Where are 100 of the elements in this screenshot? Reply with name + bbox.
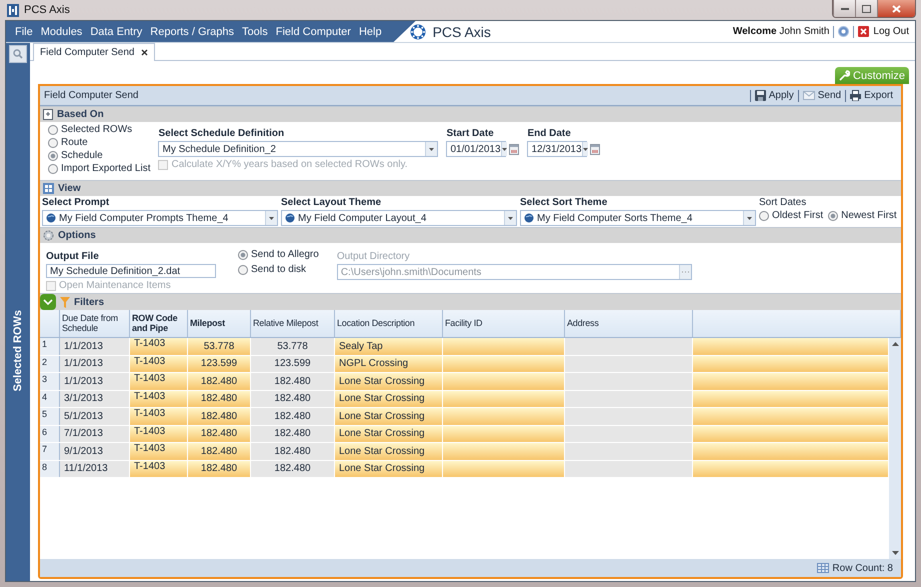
dropdown[interactable]: My Schedule Definition_2 bbox=[158, 141, 438, 157]
menu-item[interactable]: File bbox=[11, 20, 37, 42]
radio-option[interactable]: Send to Allegro bbox=[238, 249, 319, 260]
output-file-field[interactable]: My Schedule Definition_2.dat bbox=[46, 264, 216, 278]
globe-icon bbox=[285, 213, 295, 223]
scroll-down-icon[interactable] bbox=[892, 551, 898, 555]
globe-icon bbox=[46, 213, 56, 223]
radio-option[interactable]: Oldest First bbox=[759, 210, 824, 221]
caret-icon bbox=[502, 148, 507, 150]
column-header[interactable]: ROW Code and Pipe bbox=[130, 310, 188, 337]
field-label: End Date bbox=[527, 128, 572, 139]
column-header[interactable]: Facility ID bbox=[443, 310, 565, 337]
menu-item[interactable]: Reports / Graphs bbox=[146, 20, 238, 42]
radio-button[interactable] bbox=[238, 264, 248, 274]
maximize-button[interactable] bbox=[855, 0, 877, 17]
table-cell: 9/1/2013 bbox=[60, 443, 130, 460]
logout-link[interactable]: Log Out bbox=[873, 26, 909, 37]
dropdown[interactable]: My Field Computer Sorts Theme_4 bbox=[520, 210, 756, 226]
table-cell: Sealy Tap bbox=[335, 338, 443, 354]
tab[interactable]: Field Computer Send bbox=[33, 43, 154, 61]
menu-item[interactable]: Data Entry bbox=[86, 20, 146, 42]
table-cell: 1/1/2013 bbox=[60, 373, 130, 390]
dropdown[interactable]: 01/01/2013 bbox=[446, 141, 506, 157]
scroll-up-icon[interactable] bbox=[892, 342, 898, 346]
column-header[interactable]: Location Description bbox=[335, 310, 443, 337]
table-cell: 182.480 bbox=[188, 408, 251, 424]
close-icon[interactable] bbox=[140, 49, 148, 56]
toolbar-button[interactable]: Apply bbox=[750, 90, 798, 102]
dropdown-button[interactable] bbox=[500, 142, 507, 156]
dropdown[interactable]: My Field Computer Layout_4 bbox=[281, 210, 517, 226]
radio-button[interactable] bbox=[48, 164, 58, 174]
menu-item[interactable]: Tools bbox=[238, 20, 272, 42]
funnel-icon bbox=[60, 296, 70, 308]
radio-option[interactable]: Send to disk bbox=[238, 264, 319, 275]
radio-button[interactable] bbox=[759, 210, 769, 220]
table-cell: 1/1/2013 bbox=[60, 356, 130, 372]
table-cell: 182.480 bbox=[251, 426, 335, 442]
dropdown[interactable]: My Field Computer Prompts Theme_4 bbox=[42, 210, 278, 226]
dropdown-button[interactable] bbox=[743, 211, 755, 225]
dropdown-button[interactable] bbox=[265, 211, 277, 225]
brand-name: PCS Axis bbox=[432, 24, 491, 40]
table-cell: T-1403 bbox=[130, 443, 188, 460]
radio-button[interactable] bbox=[48, 124, 58, 134]
dropdown-button[interactable] bbox=[425, 142, 438, 156]
field-label: Select Prompt bbox=[42, 197, 110, 208]
column-header[interactable]: Address bbox=[565, 310, 693, 337]
side-rail-tab[interactable]: Selected ROWs bbox=[12, 310, 24, 391]
radio-option[interactable]: Route bbox=[48, 137, 150, 148]
app-logo-icon bbox=[7, 4, 19, 16]
radio-option[interactable]: Newest First bbox=[828, 210, 897, 221]
table-cell: 182.480 bbox=[251, 443, 335, 460]
row-number: 3 bbox=[40, 373, 60, 390]
table-cell: 182.480 bbox=[188, 443, 251, 460]
table-cell: Lone Star Crossing bbox=[335, 460, 443, 477]
menu-item[interactable]: Modules bbox=[36, 20, 86, 42]
table-cell: 182.480 bbox=[251, 373, 335, 390]
calendar-icon[interactable] bbox=[590, 144, 600, 154]
chevron-down-icon[interactable] bbox=[40, 294, 56, 310]
row-number: 5 bbox=[40, 408, 60, 424]
radio-button[interactable] bbox=[48, 150, 58, 160]
toolbar-button[interactable]: Send bbox=[798, 90, 846, 102]
radio-button[interactable] bbox=[48, 138, 58, 148]
maximize-icon bbox=[862, 4, 871, 12]
radio-option[interactable]: Schedule bbox=[48, 150, 150, 161]
dropdown[interactable]: 12/31/2013 bbox=[527, 141, 588, 157]
menu-item[interactable]: Field Computer bbox=[272, 20, 355, 42]
minimize-button[interactable] bbox=[833, 0, 855, 17]
search-icon bbox=[13, 49, 23, 59]
table-cell: NGPL Crossing bbox=[335, 356, 443, 372]
help-icon[interactable] bbox=[838, 26, 850, 37]
field-label: Output Directory bbox=[336, 251, 411, 262]
close-button[interactable] bbox=[877, 0, 915, 17]
grid-icon bbox=[43, 183, 54, 194]
section-title: Based On bbox=[57, 109, 104, 120]
dropdown-button[interactable] bbox=[504, 211, 516, 225]
window-title: PCS Axis bbox=[24, 4, 71, 16]
calendar-icon[interactable] bbox=[509, 144, 520, 154]
field-label: Sort Dates bbox=[759, 197, 808, 208]
search-button[interactable] bbox=[9, 45, 27, 63]
table-cell: 11/1/2013 bbox=[60, 460, 130, 477]
radio-button[interactable] bbox=[238, 250, 248, 260]
column-header[interactable]: Relative Milepost bbox=[251, 310, 335, 337]
radio-button[interactable] bbox=[828, 210, 838, 220]
radio-option[interactable]: Selected ROWs bbox=[48, 124, 150, 135]
logout-icon[interactable] bbox=[858, 26, 870, 37]
toolbar-button[interactable]: Export bbox=[845, 90, 897, 102]
row-number: 4 bbox=[40, 390, 60, 407]
wrench-icon bbox=[839, 70, 850, 81]
table-cell: 123.599 bbox=[251, 356, 335, 372]
menu-item[interactable]: Help bbox=[354, 20, 386, 42]
ring-logo-icon bbox=[410, 24, 426, 40]
column-header[interactable]: Milepost bbox=[188, 310, 251, 337]
field-label: Start Date bbox=[446, 128, 495, 139]
field-label: Select Sort Theme bbox=[520, 197, 608, 208]
caret-icon bbox=[747, 216, 752, 220]
table-cell: T-1403 bbox=[130, 426, 188, 442]
table-cell: 53.778 bbox=[188, 338, 251, 354]
dropdown-button[interactable] bbox=[582, 142, 588, 156]
radio-option[interactable]: Import Exported List bbox=[48, 163, 150, 174]
column-header[interactable]: Due Date from Schedule bbox=[60, 310, 130, 337]
